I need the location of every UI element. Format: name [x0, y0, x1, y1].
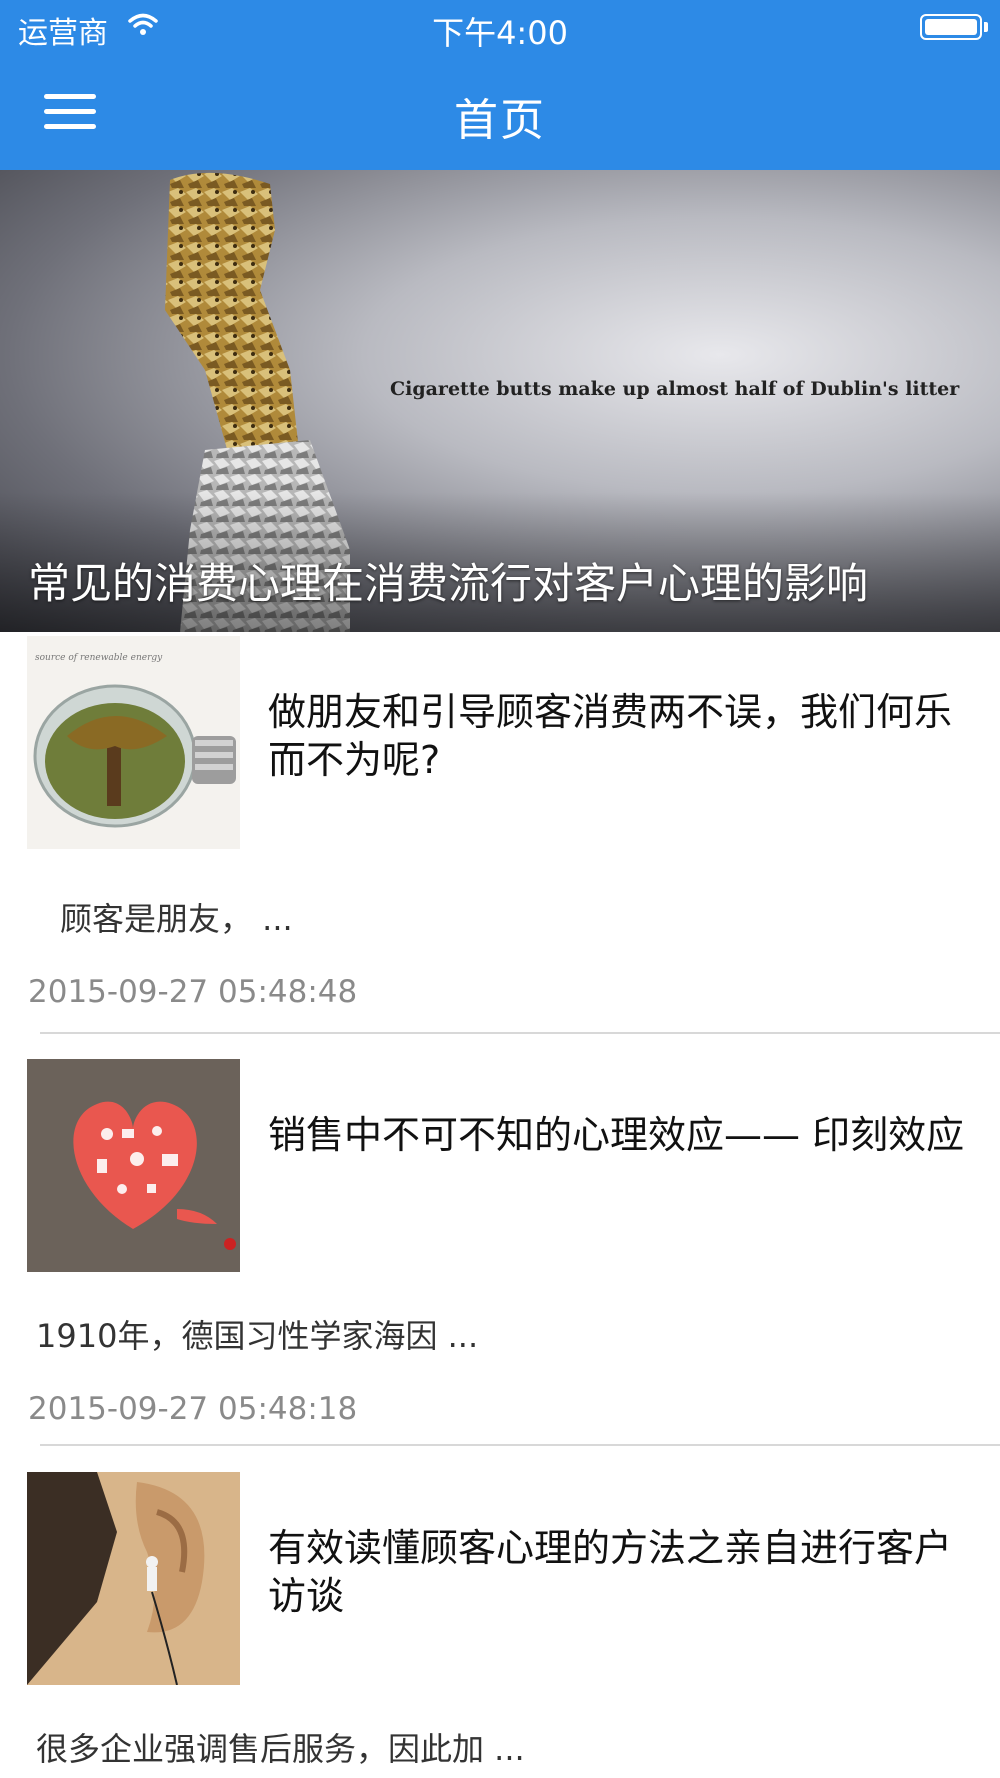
hero-title: 常见的消费心理在消费流行对客户心理的影响: [28, 559, 869, 608]
article-title: 做朋友和引导顾客消费两不误，我们何乐而不为呢?: [268, 690, 953, 782]
article-summary: 很多企业强调售后服务，因此加 ...: [36, 1730, 525, 1768]
heart-icons-image: [27, 1059, 240, 1272]
divider: [40, 1032, 1000, 1034]
article-item[interactable]: 销售中不可不知的心理效应—— 印刻效应 1910年，德国习性学家海因 ... 2…: [0, 1059, 1000, 1449]
hero-image-caption: Cigarette butts make up almost half of D…: [390, 378, 960, 400]
divider: [40, 1444, 1000, 1446]
article-item[interactable]: 有效读懂顾客心理的方法之亲自进行客户访谈 很多企业强调售后服务，因此加 ...: [0, 1472, 1000, 1778]
article-title: 销售中不可不知的心理效应—— 印刻效应: [268, 1113, 965, 1157]
article-date: 2015-09-27 05:48:18: [28, 1391, 358, 1427]
hero-banner[interactable]: Cigarette butts make up almost half of D…: [0, 170, 1000, 632]
lightbulb-tree-image: source of renewable energy: [27, 636, 240, 849]
app-header: 运营商 下午4:00 首页: [0, 0, 1000, 170]
thumb-caption: source of renewable energy: [35, 653, 163, 663]
status-time: 下午4:00: [432, 14, 568, 52]
page-title: 首页: [454, 95, 546, 146]
battery-cap: [984, 22, 988, 32]
article-item[interactable]: source of renewable energy 做朋友和引导顾客消费两不误…: [0, 636, 1000, 1026]
article-thumbnail: [27, 1059, 240, 1272]
battery-icon: [920, 14, 982, 40]
ear-climber-image: [27, 1472, 240, 1685]
article-summary: 顾客是朋友， ...: [60, 900, 293, 938]
article-thumbnail: source of renewable energy: [27, 636, 240, 849]
article-title: 有效读懂顾客心理的方法之亲自进行客户访谈: [268, 1526, 953, 1618]
article-date: 2015-09-27 05:48:48: [28, 974, 358, 1010]
article-thumbnail: [27, 1472, 240, 1685]
article-summary: 1910年，德国习性学家海因 ...: [36, 1317, 479, 1355]
